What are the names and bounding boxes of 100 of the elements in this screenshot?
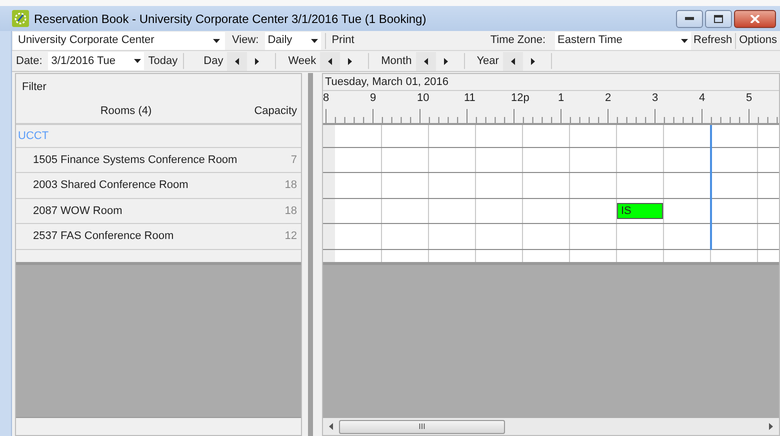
schedule-cell[interactable] xyxy=(617,250,664,262)
schedule-cell[interactable] xyxy=(711,125,758,147)
schedule-cell[interactable] xyxy=(382,125,429,147)
schedule-cell[interactable] xyxy=(711,173,758,198)
schedule-cell[interactable] xyxy=(664,148,711,172)
schedule-cell[interactable] xyxy=(335,224,382,249)
previous-button[interactable] xyxy=(416,52,436,70)
today-button[interactable]: Today xyxy=(144,52,182,70)
schedule-cell[interactable] xyxy=(382,199,429,223)
schedule-cell[interactable] xyxy=(523,250,570,262)
hour-label: 1 xyxy=(558,91,564,105)
schedule-cell[interactable] xyxy=(711,224,758,249)
previous-button[interactable] xyxy=(502,52,523,70)
schedule-cell[interactable] xyxy=(335,199,382,223)
schedule-cell[interactable] xyxy=(335,250,382,262)
date-dropdown[interactable]: 3/1/2016 Tue xyxy=(48,52,144,70)
close-button[interactable] xyxy=(734,10,776,28)
schedule-cell[interactable] xyxy=(664,250,711,262)
left-triangle-icon xyxy=(510,58,515,64)
time-ruler-ticks xyxy=(746,107,779,123)
schedule-cell[interactable] xyxy=(429,199,476,223)
schedule-cell[interactable] xyxy=(664,173,711,198)
schedule-cell[interactable] xyxy=(711,250,758,262)
scroll-right-icon xyxy=(769,423,773,430)
schedule-cell[interactable] xyxy=(523,199,570,223)
location-dropdown[interactable]: University Corporate Center xyxy=(13,32,225,50)
view-dropdown[interactable]: Daily xyxy=(264,32,321,50)
hour-label: 5 xyxy=(746,91,752,105)
schedule-cell[interactable] xyxy=(617,125,664,147)
right-triangle-icon xyxy=(348,58,352,64)
schedule-cell[interactable] xyxy=(570,250,617,262)
schedule-cell[interactable] xyxy=(711,148,758,172)
hour-label: 12p xyxy=(511,91,530,105)
schedule-cell[interactable] xyxy=(570,148,617,172)
rooms-column-header: Rooms (4) xyxy=(99,104,153,118)
refresh-button[interactable]: Refresh xyxy=(690,32,736,50)
room-row[interactable]: 2087 WOW Room 18 xyxy=(16,199,301,224)
options-button[interactable]: Options xyxy=(736,32,780,50)
room-name: 2537 FAS Conference Room xyxy=(33,229,174,244)
schedule-cell[interactable] xyxy=(570,199,617,223)
schedule-cell[interactable] xyxy=(664,224,711,249)
dropdown-caret-icon xyxy=(680,38,688,42)
maximize-icon xyxy=(714,14,723,22)
schedule-cell[interactable] xyxy=(664,125,711,147)
schedule-cell[interactable] xyxy=(570,125,617,147)
schedule-cell[interactable]: IS xyxy=(617,199,664,223)
period-label: Week xyxy=(287,54,318,69)
schedule-cell[interactable] xyxy=(335,173,382,198)
booking-block[interactable]: IS xyxy=(617,203,663,219)
schedule-cell[interactable] xyxy=(429,148,476,172)
hour-label: 2 xyxy=(605,91,612,105)
schedule-cell[interactable] xyxy=(476,148,523,172)
schedule-cell[interactable] xyxy=(335,148,382,172)
schedule-cell[interactable] xyxy=(523,173,570,198)
maximize-button[interactable] xyxy=(705,10,732,28)
previous-button[interactable] xyxy=(227,52,248,70)
schedule-cell[interactable] xyxy=(476,250,523,262)
period-label: Year xyxy=(476,54,500,69)
right-triangle-icon xyxy=(444,58,448,64)
scrollbar-thumb[interactable]: III xyxy=(339,420,505,434)
schedule-cell[interactable] xyxy=(429,224,476,249)
date-label: Date: xyxy=(16,54,42,69)
right-triangle-icon xyxy=(530,58,535,64)
room-name: 2003 Shared Conference Room xyxy=(33,178,188,194)
print-button[interactable]: Print xyxy=(326,32,360,50)
room-row[interactable]: 2003 Shared Conference Room 18 xyxy=(16,173,301,199)
schedule-cell[interactable] xyxy=(570,224,617,249)
group-label: UCCT xyxy=(18,128,49,144)
horizontal-scrollbar[interactable]: III xyxy=(323,418,779,435)
schedule-cell[interactable] xyxy=(476,199,523,223)
schedule-cell[interactable] xyxy=(429,125,476,147)
schedule-cell[interactable] xyxy=(617,173,664,198)
schedule-cell[interactable] xyxy=(617,224,664,249)
schedule-cell[interactable] xyxy=(570,173,617,198)
schedule-cell[interactable] xyxy=(476,125,523,147)
schedule-cell[interactable] xyxy=(382,250,429,262)
schedule-cell[interactable] xyxy=(382,224,429,249)
schedule-cell[interactable] xyxy=(429,250,476,262)
schedule-cell[interactable] xyxy=(382,148,429,172)
schedule-cell[interactable] xyxy=(711,199,758,223)
schedule-cell[interactable] xyxy=(523,125,570,147)
room-row[interactable]: 1505 Finance Systems Conference Room 7 xyxy=(16,148,301,173)
minimize-button[interactable] xyxy=(676,10,703,28)
capacity-column-header: Capacity xyxy=(254,104,297,118)
hour-label: 11 xyxy=(464,91,476,105)
time-zone-dropdown[interactable]: Eastern Time xyxy=(554,32,691,50)
previous-button[interactable] xyxy=(320,52,340,70)
schedule-cell[interactable] xyxy=(664,199,711,223)
schedule-cell[interactable] xyxy=(523,148,570,172)
room-capacity: 12 xyxy=(284,229,297,244)
schedule-cell[interactable] xyxy=(335,125,382,147)
room-row[interactable]: 2537 FAS Conference Room 12 xyxy=(16,224,301,250)
schedule-cell[interactable] xyxy=(429,173,476,198)
schedule-cell[interactable] xyxy=(476,224,523,249)
schedule-cell[interactable] xyxy=(523,224,570,249)
window-title: Reservation Book - University Corporate Center 3/1/2016 Tue (1 Booking) xyxy=(34,10,426,28)
schedule-cell[interactable] xyxy=(382,173,429,198)
room-capacity: 18 xyxy=(284,178,297,194)
schedule-cell[interactable] xyxy=(476,173,523,198)
schedule-cell[interactable] xyxy=(617,148,664,172)
